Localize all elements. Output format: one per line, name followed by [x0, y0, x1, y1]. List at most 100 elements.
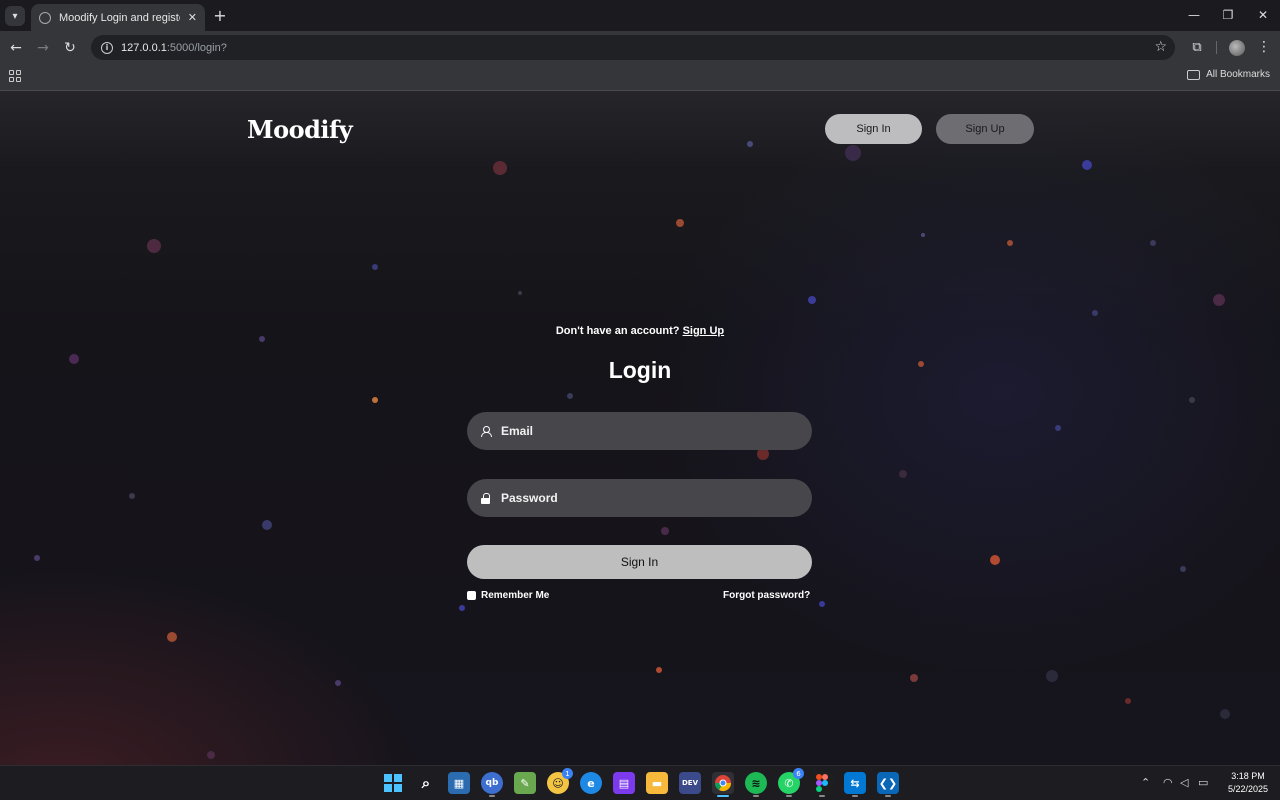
particle-dot [661, 527, 669, 535]
remember-me-label: Remember Me [481, 590, 550, 601]
restore-icon[interactable]: ❐ [1217, 5, 1239, 25]
info-icon[interactable]: i [101, 41, 113, 54]
particle-dot [1220, 709, 1230, 719]
clock-time: 3:18 PM [1231, 771, 1265, 781]
close-icon[interactable]: ✕ [188, 11, 197, 24]
folder-icon [1187, 69, 1201, 80]
particle-dot [747, 141, 753, 147]
signup-prompt-text: Don't have an account? [555, 325, 680, 337]
email-field-wrapper[interactable] [467, 412, 812, 450]
active-tab[interactable]: Moodify Login and register page ✕ [31, 4, 205, 31]
remember-me-checkbox[interactable] [467, 591, 476, 600]
all-bookmarks[interactable]: All Bookmarks [1187, 69, 1270, 80]
forward-icon[interactable]: → [32, 37, 54, 59]
apps-icon[interactable] [9, 70, 21, 82]
wifi-icon[interactable]: ◠ [1163, 776, 1173, 789]
particle-dot [459, 605, 465, 611]
particle-dot [1125, 698, 1131, 704]
particle-dot [1092, 310, 1098, 316]
forgot-password-link[interactable]: Forgot password? [723, 590, 810, 601]
user-icon [481, 425, 492, 437]
volume-icon[interactable]: ◁ [1180, 776, 1188, 789]
tab-search-icon[interactable]: ▾ [5, 6, 25, 26]
chevron-up-icon[interactable]: ⌃ [1141, 776, 1150, 789]
page-title: Login [608, 357, 672, 383]
particle-dot [819, 601, 825, 607]
particle-dot [808, 296, 816, 304]
windows-taskbar: ⌕ ▦ qb ✎ ☺ 1 e ▤ ▬ DEV ≋ ✆ 6 ⇆ ❮❯ ⌃ ◠ ◁ ▭ … [0, 765, 1280, 800]
particle-dot [1150, 240, 1156, 246]
particle-dot [372, 397, 378, 403]
nav-signin-button[interactable]: Sign In [825, 114, 922, 144]
address-bar[interactable]: i 127.0.0.1:5000/login? ☆ [91, 35, 1175, 60]
particle-dot [147, 239, 161, 253]
particle-dot [372, 264, 378, 270]
battery-icon[interactable]: ▭ [1198, 776, 1208, 789]
kebab-menu-icon[interactable]: ⋮ [1257, 37, 1271, 57]
lock-icon [481, 492, 491, 504]
search-icon[interactable]: ⌕ [415, 772, 437, 794]
bookmarks-bar: All Bookmarks [0, 64, 1280, 91]
notepad-plus-plus-icon[interactable]: ✎ [514, 772, 536, 794]
profile-icon[interactable] [1229, 40, 1245, 56]
remote-desktop-icon[interactable]: ⇆ [844, 772, 866, 797]
globe-icon [39, 11, 51, 24]
url-text[interactable]: 127.0.0.1:5000/login? [121, 42, 227, 54]
particle-dot [493, 161, 507, 175]
remember-me[interactable]: Remember Me [467, 590, 549, 601]
reload-icon[interactable]: ↻ [59, 37, 81, 59]
windows-start-icon[interactable] [382, 772, 404, 794]
dev-home-icon[interactable]: DEV [679, 772, 701, 794]
whatsapp-icon[interactable]: ✆ 6 [778, 768, 804, 797]
toolbar-divider [1216, 41, 1217, 54]
signin-submit-button[interactable]: Sign In [467, 545, 812, 579]
particle-dot [1082, 160, 1092, 170]
plus-icon[interactable]: + [210, 5, 230, 25]
particle-dot [921, 233, 925, 237]
particle-dot [990, 555, 1000, 565]
particle-dot [1007, 240, 1013, 246]
clock-date: 5/22/2025 [1227, 784, 1269, 794]
particle-dot [656, 667, 662, 673]
email-input[interactable] [501, 424, 781, 438]
window-close-icon[interactable]: ✕ [1252, 5, 1274, 25]
particle-dot [1189, 397, 1195, 403]
back-icon[interactable]: ← [5, 37, 27, 59]
particle-dot [518, 291, 522, 295]
particle-dot [335, 680, 341, 686]
figma-icon[interactable] [811, 772, 833, 797]
file-explorer-icon[interactable]: ▬ [646, 772, 668, 794]
microsoft-store-icon[interactable]: ▦ [448, 772, 470, 794]
particle-dot [1055, 425, 1061, 431]
particle-dot [1046, 670, 1058, 682]
browser-toolbar: ← → ↻ i 127.0.0.1:5000/login? ☆ [0, 31, 1280, 64]
edge-icon[interactable]: e [580, 772, 602, 794]
nav-signup-button[interactable]: Sign Up [936, 114, 1034, 144]
vs-code-icon[interactable]: ❮❯ [877, 772, 899, 797]
page-viewport: Moodify Sign In Sign Up Don't have an ac… [0, 91, 1280, 765]
particle-dot [129, 493, 135, 499]
tab-strip: ▾ Moodify Login and register page ✕ + — … [0, 0, 1280, 31]
particle-dot [845, 145, 861, 161]
particle-dot [567, 393, 573, 399]
particle-dot [676, 219, 684, 227]
particle-dot [167, 632, 177, 642]
spotify-icon[interactable]: ≋ [745, 772, 767, 797]
password-input[interactable] [501, 491, 781, 505]
minimize-icon[interactable]: — [1183, 5, 1205, 25]
logo[interactable]: Moodify [247, 115, 353, 144]
extensions-icon[interactable]: ⧉ [1187, 37, 1207, 57]
signup-link[interactable]: Sign Up [683, 325, 725, 337]
particle-dot [1180, 566, 1186, 572]
particle-dot [1213, 294, 1225, 306]
particle-dot [262, 520, 272, 530]
all-bookmarks-label: All Bookmarks [1206, 69, 1270, 80]
qbittorrent-icon[interactable]: qb [481, 772, 503, 797]
chrome-icon[interactable] [712, 772, 734, 797]
password-field-wrapper[interactable] [467, 479, 812, 517]
star-icon[interactable]: ☆ [1154, 39, 1167, 55]
winrar-icon[interactable]: ▤ [613, 772, 635, 794]
system-clock[interactable]: 3:18 PM 5/22/2025 [1222, 770, 1274, 796]
particle-dot [910, 674, 918, 682]
app-with-badge-icon[interactable]: ☺ 1 [547, 768, 573, 794]
